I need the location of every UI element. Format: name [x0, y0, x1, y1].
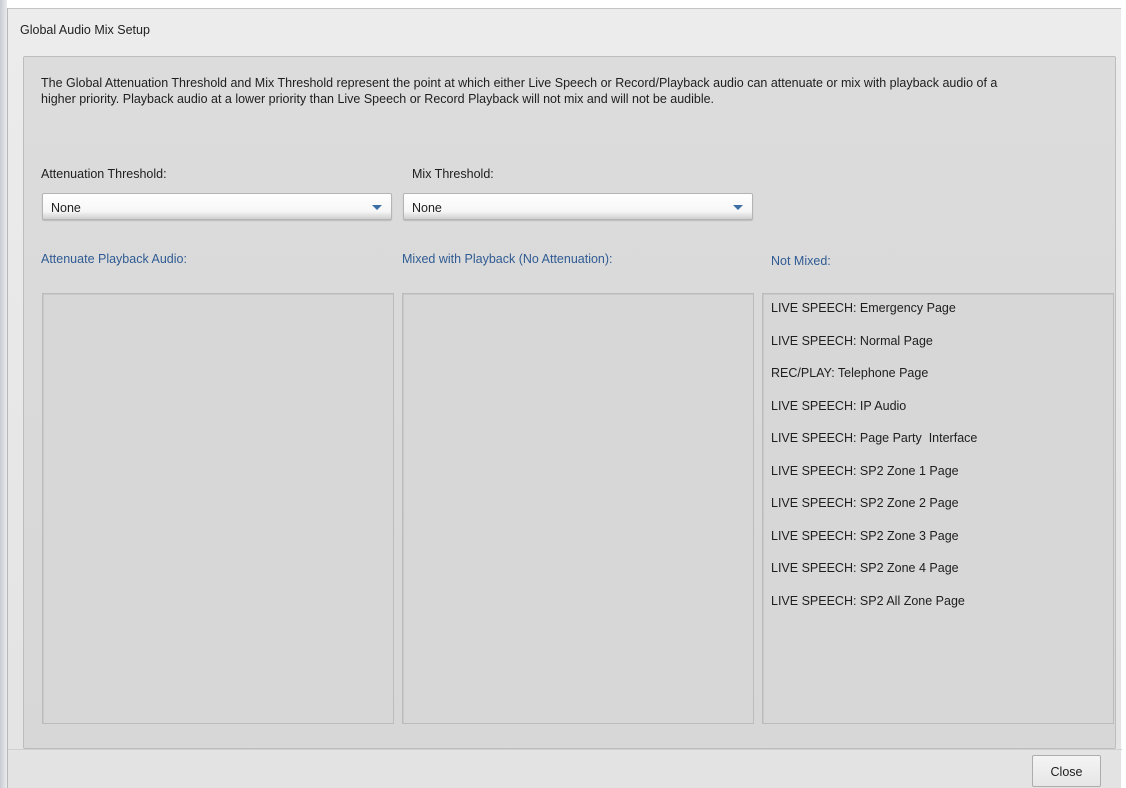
attenuation-threshold-value: None	[51, 201, 81, 215]
attenuation-threshold-dropdown[interactable]: None	[42, 193, 392, 220]
list-item[interactable]: LIVE SPEECH: SP2 All Zone Page	[763, 593, 1113, 626]
list-item[interactable]: LIVE SPEECH: Emergency Page	[763, 300, 1113, 333]
list-item[interactable]: LIVE SPEECH: SP2 Zone 2 Page	[763, 495, 1113, 528]
chevron-down-icon	[372, 205, 382, 210]
list-item[interactable]: LIVE SPEECH: IP Audio	[763, 398, 1113, 431]
chevron-down-icon	[733, 205, 743, 210]
list-item[interactable]: LIVE SPEECH: Page Party Interface	[763, 430, 1113, 463]
settings-panel: The Global Attenuation Threshold and Mix…	[23, 56, 1116, 749]
close-button[interactable]: Close	[1032, 755, 1101, 787]
list-item[interactable]: LIVE SPEECH: SP2 Zone 4 Page	[763, 560, 1113, 593]
global-audio-mix-dialog: Global Audio Mix Setup The Global Attenu…	[7, 8, 1122, 788]
list-item[interactable]: LIVE SPEECH: SP2 Zone 3 Page	[763, 528, 1113, 561]
footer-divider	[8, 749, 1122, 750]
mixed-with-playback-header: Mixed with Playback (No Attenuation):	[402, 252, 613, 266]
not-mixed-header: Not Mixed:	[771, 254, 831, 268]
window-edge	[0, 0, 7, 788]
mixed-with-playback-list[interactable]	[402, 293, 754, 724]
list-item[interactable]: LIVE SPEECH: Normal Page	[763, 333, 1113, 366]
not-mixed-list[interactable]: LIVE SPEECH: Emergency Page LIVE SPEECH: …	[762, 293, 1114, 724]
attenuate-playback-list[interactable]	[42, 293, 394, 724]
list-item[interactable]: REC/PLAY: Telephone Page	[763, 365, 1113, 398]
list-item[interactable]: LIVE SPEECH: SP2 Zone 1 Page	[763, 463, 1113, 496]
attenuate-playback-header: Attenuate Playback Audio:	[41, 252, 187, 266]
mix-threshold-dropdown[interactable]: None	[403, 193, 753, 220]
description-text: The Global Attenuation Threshold and Mix…	[41, 76, 998, 106]
attenuation-threshold-label: Attenuation Threshold:	[41, 167, 167, 181]
dialog-title: Global Audio Mix Setup	[20, 23, 150, 37]
mix-threshold-value: None	[412, 201, 442, 215]
mix-threshold-label: Mix Threshold:	[412, 167, 494, 181]
